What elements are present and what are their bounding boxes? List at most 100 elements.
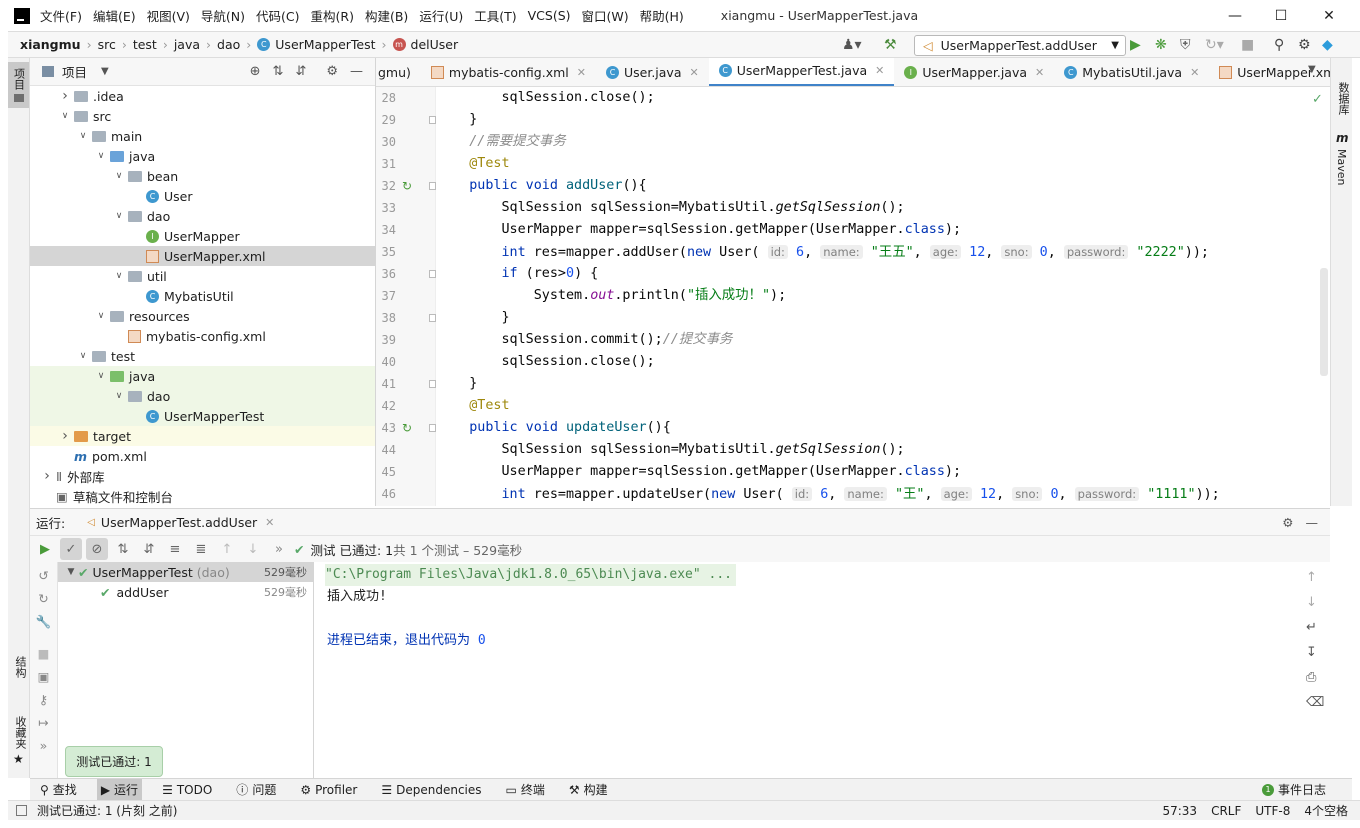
- gutter-row[interactable]: 43 ↻: [376, 417, 436, 439]
- structure-tool-button[interactable]: 结构: [12, 656, 28, 678]
- gutter-row[interactable]: 38: [376, 307, 436, 329]
- gutter-row[interactable]: 28: [376, 87, 435, 109]
- locate-icon[interactable]: ⊕: [250, 64, 261, 79]
- gutter-row[interactable]: 42: [376, 395, 435, 417]
- trash-icon[interactable]: ⌫: [1306, 695, 1324, 710]
- menu-build[interactable]: 构建(B): [365, 6, 408, 25]
- intellij-logo-icon[interactable]: [14, 7, 30, 24]
- project-tool-button[interactable]: 项目: [8, 62, 29, 108]
- menu-tools[interactable]: 工具(T): [474, 6, 516, 25]
- close-icon[interactable]: ✕: [1190, 66, 1199, 79]
- tool-problems[interactable]: ⓘ 问题: [232, 779, 280, 801]
- collapse-all-icon[interactable]: ⇵: [295, 64, 306, 79]
- tree-node-resources[interactable]: ∨ resources: [30, 306, 375, 326]
- tree-node-src[interactable]: ∨ src: [30, 106, 375, 126]
- stop-icon[interactable]: ■: [38, 646, 50, 661]
- arrow-down-icon[interactable]: ↓: [242, 538, 264, 560]
- test-suite-row[interactable]: ▼ ✔ UserMapperTest (dao) 529毫秒: [58, 562, 313, 582]
- tree-node-util[interactable]: ∨ util: [30, 266, 375, 286]
- run-configuration-select[interactable]: ◁ UserMapperTest.addUser ▼: [914, 35, 1126, 56]
- tree-node-java[interactable]: ∨ java: [30, 146, 375, 166]
- tree-node-bean[interactable]: ∨ bean: [30, 166, 375, 186]
- tree-node-[interactable]: ▣ 草稿文件和控制台: [30, 486, 375, 506]
- panel-toggle-icon[interactable]: [16, 805, 27, 816]
- menu-window[interactable]: 窗口(W): [582, 6, 629, 25]
- scroll-up-icon[interactable]: ↑: [1306, 570, 1324, 585]
- profiler-icon[interactable]: ↻▾: [1205, 37, 1224, 53]
- gutter-row[interactable]: 36: [376, 263, 436, 285]
- chevron-down-icon[interactable]: ∨: [94, 311, 108, 321]
- tool-run[interactable]: ▶ 运行: [96, 778, 143, 801]
- fold-marker-icon[interactable]: [429, 380, 436, 388]
- tool-find[interactable]: ⚲ 查找: [36, 779, 81, 801]
- build-hammer-icon[interactable]: ⚒: [884, 37, 897, 53]
- code-editor[interactable]: sqlSession.close(); } //需要提交事务 @Test pub…: [437, 87, 1317, 506]
- coverage-icon[interactable]: ⛨: [1180, 37, 1191, 53]
- close-icon[interactable]: ✕: [875, 64, 884, 77]
- chevron-down-icon[interactable]: ∨: [94, 151, 108, 161]
- project-header-label[interactable]: 项目: [62, 62, 87, 81]
- sort-alpha-icon[interactable]: ⇅: [112, 538, 134, 560]
- toggle-auto-test-icon[interactable]: ↻: [38, 591, 48, 606]
- maximize-button[interactable]: ☐: [1258, 0, 1304, 31]
- tree-node-idea[interactable]: ›. idea: [30, 86, 375, 106]
- breadcrumb-dao[interactable]: dao: [217, 37, 240, 52]
- tree-node-target[interactable]: › target: [30, 426, 375, 446]
- gear-icon[interactable]: ⚙: [1282, 515, 1293, 530]
- menu-view[interactable]: 视图(V): [147, 6, 190, 25]
- soft-wrap-icon[interactable]: ↵: [1306, 620, 1324, 635]
- scroll-down-icon[interactable]: ↓: [1306, 595, 1324, 610]
- close-button[interactable]: ✕: [1306, 0, 1352, 31]
- tree-node-java[interactable]: ∨ java: [30, 366, 375, 386]
- tree-node-test[interactable]: ∨ test: [30, 346, 375, 366]
- chevron-down-icon[interactable]: ∨: [94, 371, 108, 381]
- editor-scrollbar[interactable]: [1320, 268, 1328, 376]
- tool-build[interactable]: ⚒ 构建: [565, 779, 612, 801]
- gutter-row[interactable]: 35: [376, 241, 435, 263]
- pin-icon[interactable]: ⚷: [39, 692, 48, 707]
- tree-node-usermapper[interactable]: I UserMapper: [30, 226, 375, 246]
- breadcrumb-project[interactable]: xiangmu: [20, 37, 81, 52]
- close-icon[interactable]: ✕: [1035, 66, 1044, 79]
- menu-help[interactable]: 帮助(H): [640, 6, 684, 25]
- editor-tab[interactable]: C MybatisUtil.java ✕: [1054, 58, 1209, 86]
- gutter-row[interactable]: 40: [376, 351, 435, 373]
- stop-icon[interactable]: ■: [1241, 37, 1254, 53]
- menu-edit[interactable]: 编辑(E): [93, 6, 136, 25]
- tree-node-mybatisutil[interactable]: C MybatisUtil: [30, 286, 375, 306]
- editor-tab[interactable]: C UserMapperTest.java ✕: [708, 58, 895, 86]
- tabs-dropdown-icon[interactable]: ▼: [1308, 64, 1316, 75]
- fold-marker-icon[interactable]: [429, 182, 436, 190]
- breadcrumb-test[interactable]: test: [133, 37, 157, 52]
- fold-marker-icon[interactable]: [429, 424, 436, 432]
- tree-node-pom-xml[interactable]: m pom.xml: [30, 446, 375, 466]
- gutter-row[interactable]: 33: [376, 197, 435, 219]
- chevron-down-icon[interactable]: ▼: [64, 567, 78, 577]
- hide-icon[interactable]: —: [350, 64, 363, 79]
- line-separator[interactable]: CRLF: [1211, 804, 1241, 818]
- tree-node-user[interactable]: C User: [30, 186, 375, 206]
- gear-icon[interactable]: ⚙: [326, 64, 338, 79]
- tool-todo[interactable]: ☰ TODO: [158, 779, 216, 801]
- collapse-all-icon[interactable]: ≣: [190, 538, 212, 560]
- expand-all-icon[interactable]: ≡: [164, 538, 186, 560]
- breadcrumb-src[interactable]: src: [98, 37, 116, 52]
- tree-node-usermapper-xml[interactable]: UserMapper.xml: [30, 246, 375, 266]
- gutter-row[interactable]: 32 ↻: [376, 175, 436, 197]
- menu-file[interactable]: 文件(F): [40, 6, 82, 25]
- expand-all-icon[interactable]: ⇅: [273, 64, 284, 79]
- menu-run[interactable]: 运行(U): [419, 6, 463, 25]
- star-icon[interactable]: ★: [13, 752, 24, 766]
- chevron-down-icon[interactable]: ∨: [76, 131, 90, 141]
- fold-marker-icon[interactable]: [429, 270, 436, 278]
- exit-icon[interactable]: ↦: [38, 715, 48, 730]
- caret-position[interactable]: 57:33: [1162, 804, 1197, 818]
- run-icon[interactable]: ▶: [1130, 37, 1141, 53]
- sort-duration-icon[interactable]: ⇵: [138, 538, 160, 560]
- close-icon[interactable]: ✕: [690, 66, 699, 79]
- tree-node-[interactable]: › Ⅱ 外部库: [30, 466, 375, 486]
- gutter-row[interactable]: 39: [376, 329, 435, 351]
- show-passed-icon[interactable]: ✓: [60, 538, 82, 560]
- gear-icon[interactable]: ⚙: [1298, 37, 1311, 53]
- show-ignored-icon[interactable]: ⊘: [86, 538, 108, 560]
